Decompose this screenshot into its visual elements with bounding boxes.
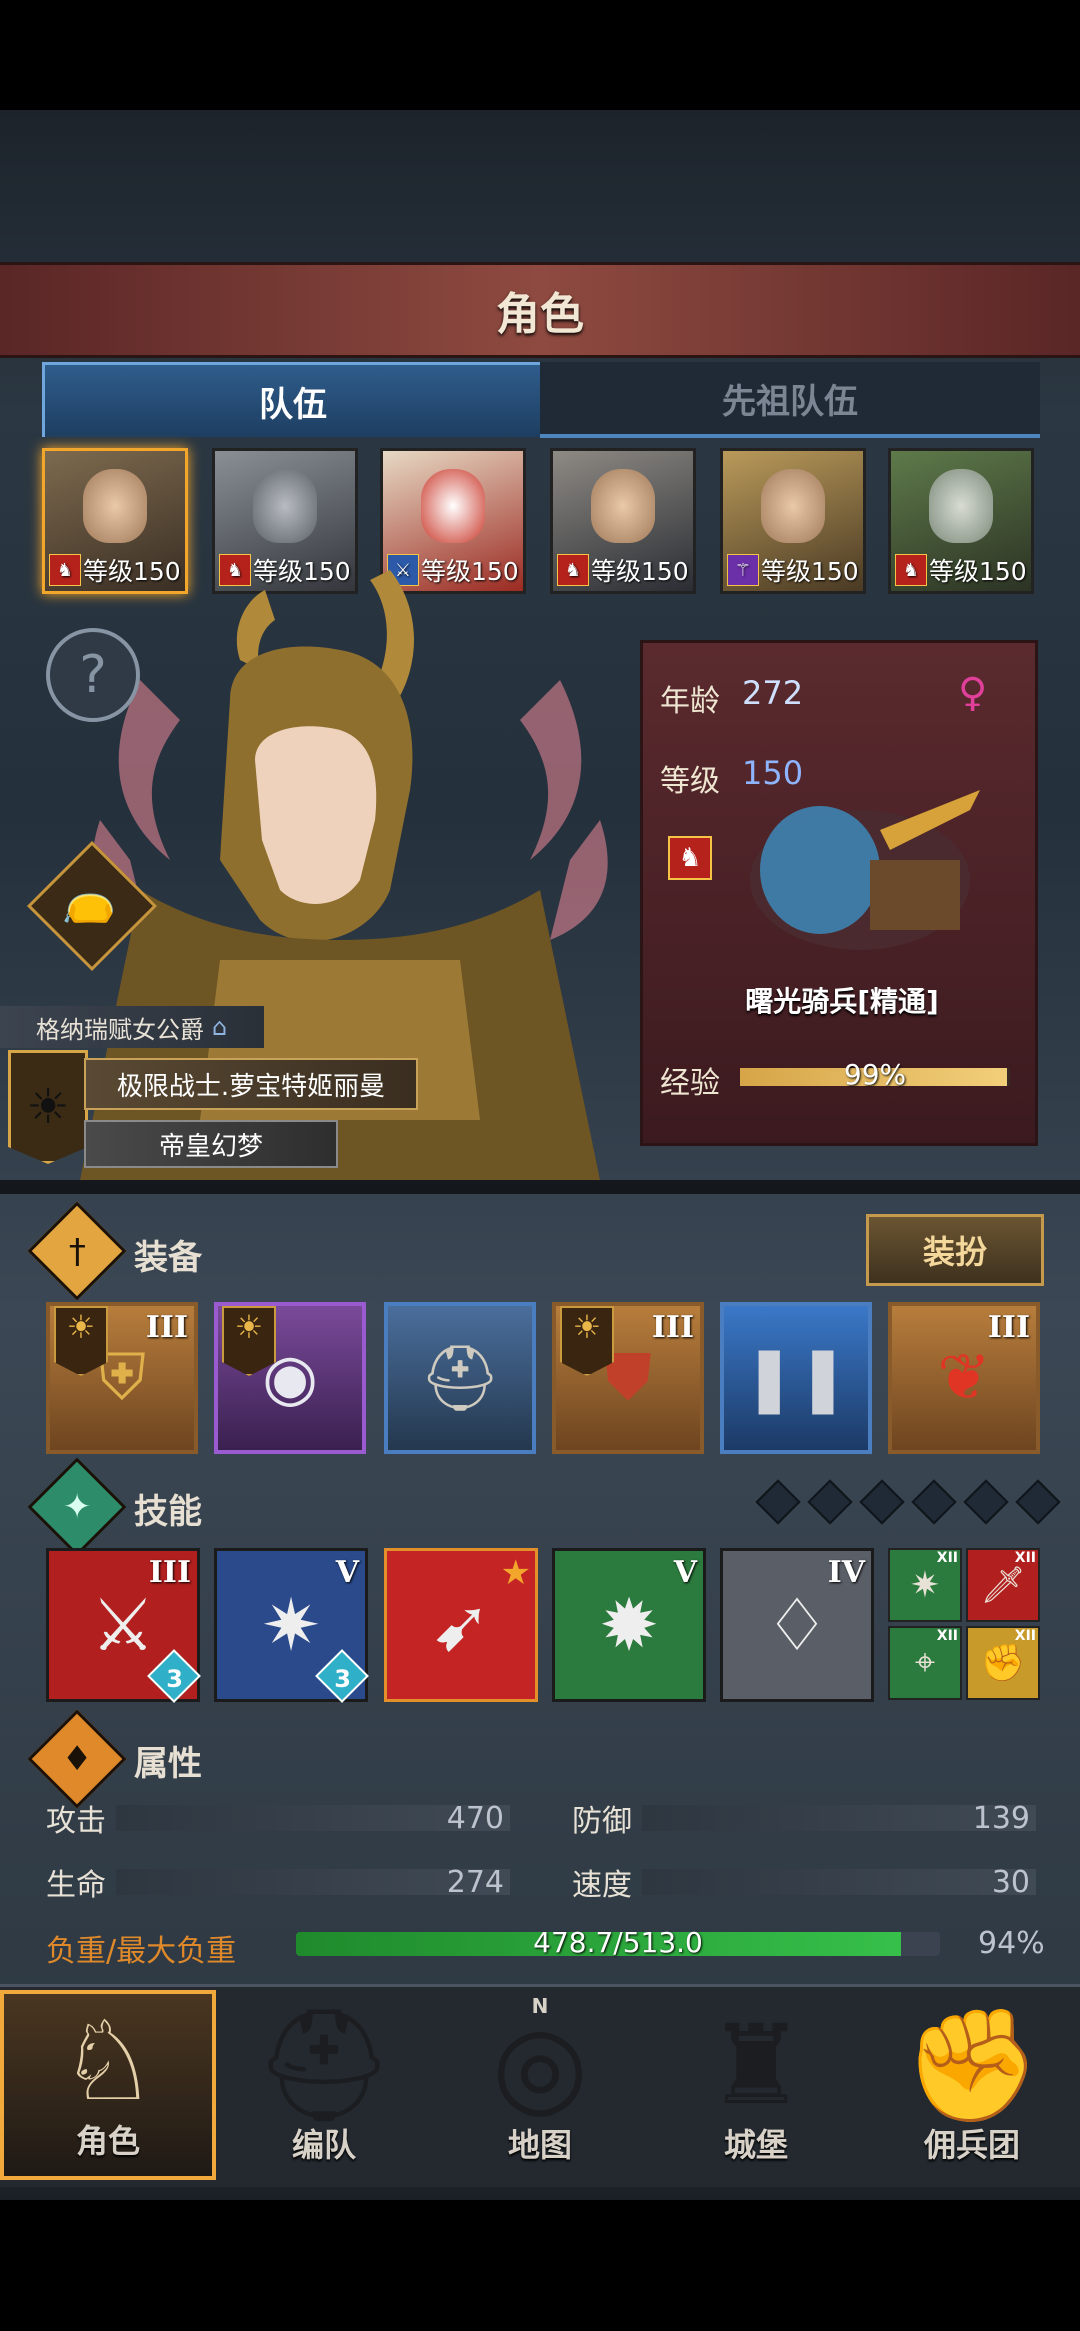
star-icon: ✦ — [62, 1487, 92, 1527]
helmet-icon: ⛑ — [419, 1341, 501, 1416]
system-nav-area — [0, 2200, 1080, 2331]
tab-ancestor-team[interactable]: 先祖队伍 — [540, 362, 1040, 438]
unit-name: 曙光骑兵[精通] — [745, 985, 939, 1018]
flame-icon: ♦ — [61, 1738, 93, 1779]
attributes-title: 属性 — [134, 1744, 202, 1784]
equipment-slot-helmet[interactable]: ⛑ — [384, 1302, 536, 1454]
stat-speed: 速度 30 — [572, 1862, 1036, 1903]
skill-slot-2[interactable]: ✷ V 3 — [214, 1548, 369, 1703]
passive-skill-3[interactable]: ⌖ XII — [888, 1626, 962, 1700]
passive-skill-grid: ✷ XII 🗡 XII ⌖ XII ✊ XII — [888, 1548, 1040, 1700]
mount-illustration — [750, 790, 980, 950]
equipment-slot-emblem[interactable]: ❦ III — [888, 1302, 1040, 1454]
sword-icon: 🗡 — [980, 1565, 1026, 1606]
crosshair-icon: ⌖ — [914, 1642, 936, 1683]
star-badge-icon: ★ — [500, 1553, 531, 1593]
nav-formation[interactable]: ⛑ 编队 — [216, 1990, 432, 2180]
skill-slot-4[interactable]: ✹ V — [552, 1548, 706, 1702]
sun-emblem-icon: ☀ — [560, 1306, 614, 1376]
skill-point-indicators — [755, 1479, 1061, 1525]
equipment-slot-boots[interactable]: ❚❚ — [720, 1302, 872, 1454]
castle-icon: ⌂ — [212, 1013, 228, 1041]
skill-slot-5[interactable]: ♢ IV — [720, 1548, 874, 1702]
exp-value: 99% — [843, 1058, 907, 1091]
crystal-hand-icon: ♢ — [764, 1583, 830, 1667]
help-button[interactable]: ? — [46, 628, 140, 722]
nav-map[interactable]: N ◎ 地图 — [432, 1990, 648, 2180]
load-percent: 94% — [978, 1926, 1045, 1961]
fist-icon: ✊ — [903, 2001, 1041, 2129]
boots-icon: ❚❚ — [742, 1341, 850, 1415]
gauntlet-icon: ✊ — [980, 1643, 1026, 1684]
sun-emblem-icon: ☀ — [54, 1306, 108, 1376]
section-divider — [0, 1180, 1080, 1194]
female-icon: ♀ — [958, 670, 988, 716]
sun-emblem-icon: ☀ — [222, 1306, 276, 1376]
load-label: 负重/最大负重 — [46, 1934, 237, 1969]
stat-hp: 生命 274 — [46, 1862, 510, 1903]
age-label: 年龄 — [660, 684, 720, 719]
team-member-6[interactable]: ♞ 等级150 — [888, 448, 1034, 594]
character-name: 极限战士.萝宝特姬丽曼 — [84, 1058, 418, 1110]
emblem-icon: ❦ — [937, 1341, 991, 1415]
equipment-slot-armor[interactable]: ☀ ⛊ III — [552, 1302, 704, 1454]
passive-skill-2[interactable]: 🗡 XII — [966, 1548, 1040, 1622]
castle-icon: ♜ — [706, 2001, 806, 2129]
staff-class-icon: ⚚ — [727, 554, 759, 586]
load-value: 478.7/513.0 — [533, 1926, 703, 1959]
compass-icon: ◎ — [492, 2001, 588, 2129]
question-icon: ? — [79, 645, 107, 705]
crystal-burst-icon: ✹ — [598, 1583, 660, 1667]
sword-strike-icon: ⚔ — [90, 1583, 156, 1667]
page-title: 角色 — [496, 289, 584, 340]
skill-slot-3[interactable]: ➹ ★ — [384, 1548, 538, 1702]
tab-team[interactable]: 队伍 — [42, 362, 544, 437]
exp-label: 经验 — [660, 1066, 720, 1101]
level-label: 等级 — [660, 764, 720, 799]
nav-mercenary[interactable]: ✊ 佣兵团 — [864, 1990, 1080, 2180]
character-title-tag: 格纳瑞赋女公爵 ⌂ — [0, 1006, 264, 1048]
passive-skill-1[interactable]: ✷ XII — [888, 1548, 962, 1622]
equipment-slot-offhand[interactable]: ☀ ◉ — [214, 1302, 366, 1454]
charge-icon: ➹ — [430, 1583, 492, 1667]
cavalry-class-icon: ♞ — [668, 836, 712, 880]
status-bar — [0, 0, 1080, 110]
dagger-icon: † — [68, 1231, 86, 1271]
stat-attack: 攻击 470 — [46, 1798, 510, 1839]
character-subtitle: 帝皇幻梦 — [84, 1120, 338, 1168]
nav-castle[interactable]: ♜ 城堡 — [648, 1990, 864, 2180]
equipment-slot-weapon[interactable]: ☀ ⛨ III — [46, 1302, 198, 1454]
passive-skill-4[interactable]: ✊ XII — [966, 1626, 1040, 1700]
burst-icon: ✷ — [909, 1564, 941, 1606]
pouch-icon: 👝 — [61, 874, 117, 925]
nav-character[interactable]: ♘ 角色 — [0, 1990, 216, 2180]
stat-defense: 防御 139 — [572, 1798, 1036, 1839]
cavalry-class-icon: ♞ — [895, 554, 927, 586]
knight-icon: ♘ — [58, 1997, 158, 2125]
page-title-bar: 角色 — [0, 262, 1080, 358]
dress-up-button[interactable]: 装扮 — [866, 1214, 1044, 1286]
sun-emblem-icon: ☀ — [8, 1050, 88, 1164]
compass-north-label: N — [531, 1994, 549, 2018]
burst-figure-icon: ✷ — [260, 1583, 322, 1667]
age-value: 272 — [742, 674, 804, 712]
equipment-title: 装备 — [134, 1238, 202, 1278]
team-member-5[interactable]: ⚚ 等级150 — [720, 448, 866, 594]
skill-slot-1[interactable]: ⚔ III 3 — [46, 1548, 201, 1703]
helmet-icon: ⛑ — [254, 2001, 394, 2129]
skills-title: 技能 — [134, 1492, 202, 1532]
